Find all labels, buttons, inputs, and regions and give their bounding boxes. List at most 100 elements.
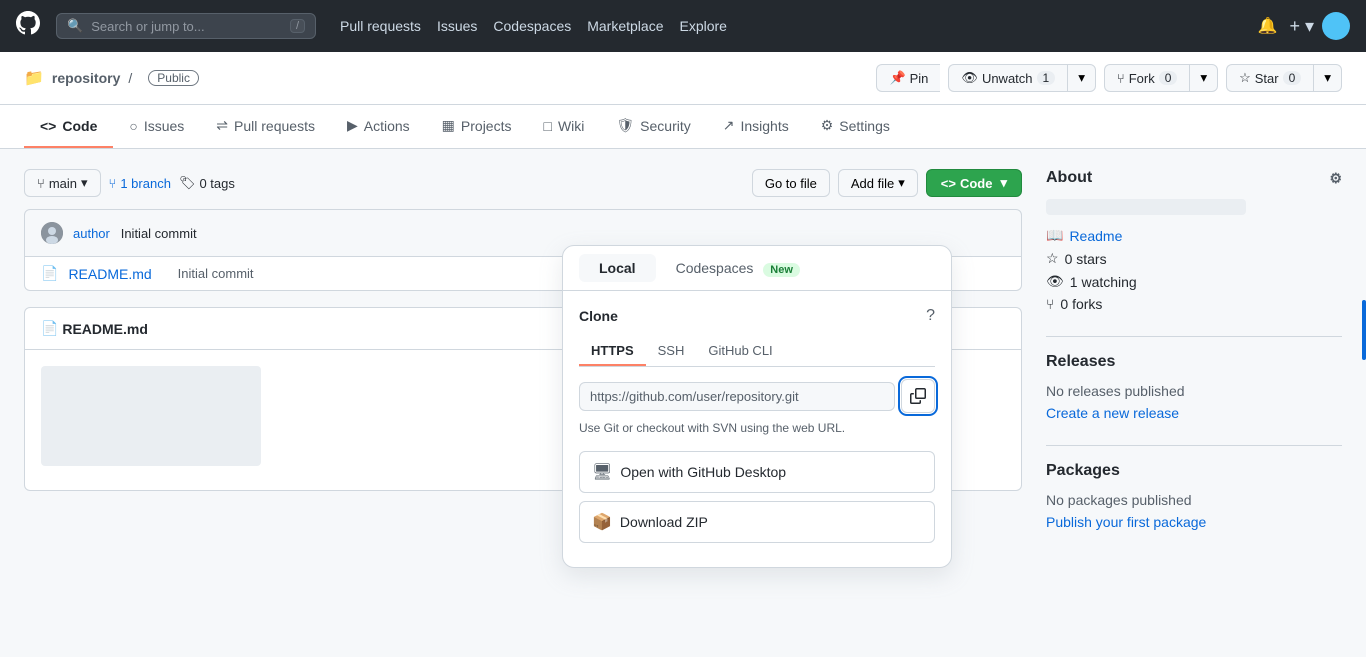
dropdown-tab-codespaces[interactable]: Codespaces New — [656, 254, 820, 282]
commit-author-link[interactable]: author — [73, 226, 110, 241]
tab-insights[interactable]: ↗ Insights — [707, 105, 805, 148]
chevron-down-icon: ▾ — [898, 175, 905, 191]
no-releases-text: No releases published — [1046, 383, 1342, 399]
eye-icon: 👁 — [961, 70, 978, 86]
tag-count-link: 🏷 0 tags — [179, 175, 235, 191]
code-chevron-icon: ▾ — [1000, 175, 1007, 191]
stars-stat: ☆ 0 stars — [1046, 250, 1342, 267]
tab-settings[interactable]: ⚙ Settings — [805, 105, 906, 148]
fork-icon: ⑂ — [1046, 296, 1054, 312]
tab-projects[interactable]: ▦ Projects — [426, 105, 528, 148]
clone-tab-https[interactable]: HTTPS — [579, 337, 646, 366]
nav-pull-requests[interactable]: Pull requests — [340, 18, 421, 34]
branch-selector[interactable]: ⑂ main ▾ — [24, 169, 101, 197]
unwatch-button[interactable]: 👁 Unwatch 1 — [948, 64, 1067, 92]
star-button[interactable]: ☆ Star 0 — [1226, 64, 1313, 92]
repo-header: 📁 repository / Public 📌 Pin 👁 Unwatch 1 … — [0, 52, 1366, 105]
nav-issues[interactable]: Issues — [437, 18, 477, 34]
star-dropdown[interactable]: ▾ — [1313, 64, 1342, 92]
code-dropdown-panel: Local Codespaces New Clone ? HTTPS SSH G… — [562, 245, 952, 568]
pin-icon: 📌 — [889, 70, 905, 86]
publish-package-link[interactable]: Publish your first package — [1046, 514, 1342, 530]
search-icon: 🔍 — [67, 18, 83, 34]
download-zip-button[interactable]: 📦 Download ZIP — [579, 501, 935, 543]
clone-tab-github-cli[interactable]: GitHub CLI — [696, 337, 784, 366]
nav-right: 🔔 + ▾ — [1254, 12, 1350, 40]
nav-explore[interactable]: Explore — [680, 18, 727, 34]
avatar[interactable] — [1322, 12, 1350, 40]
clone-hint: Use Git or checkout with SVN using the w… — [579, 421, 935, 435]
book-icon: 📖 — [1046, 227, 1063, 244]
dropdown-body: Clone ? HTTPS SSH GitHub CLI Use Git or … — [563, 291, 951, 567]
readme-title: README.md — [62, 321, 148, 337]
top-navigation: 🔍 Search or jump to... / Pull requests I… — [0, 0, 1366, 52]
tab-actions[interactable]: ▶ Actions — [331, 105, 426, 148]
notifications-button[interactable]: 🔔 — [1254, 12, 1282, 40]
add-file-button[interactable]: Add file ▾ — [838, 169, 918, 197]
repo-actions: 📌 Pin 👁 Unwatch 1 ▾ ⑂ Fork 0 ▾ ☆ Star — [876, 64, 1342, 92]
projects-icon: ▦ — [442, 117, 455, 134]
insights-icon: ↗ — [723, 117, 735, 134]
about-title: About ⚙ — [1046, 169, 1342, 187]
file-name-link[interactable]: README.md — [68, 266, 151, 282]
fork-btn-group: ⑂ Fork 0 ▾ — [1104, 64, 1218, 92]
code-btn-group: <> Code ▾ — [926, 169, 1022, 197]
pin-btn-group: 📌 Pin — [876, 64, 940, 92]
create-release-link[interactable]: Create a new release — [1046, 405, 1342, 421]
go-to-file-button[interactable]: Go to file — [752, 169, 830, 197]
issues-icon: ○ — [129, 118, 137, 134]
search-box[interactable]: 🔍 Search or jump to... / — [56, 13, 316, 39]
readme-placeholder-image — [41, 366, 261, 466]
tab-pull-requests[interactable]: ⇌ Pull requests — [200, 105, 331, 148]
releases-section: Releases No releases published Create a … — [1046, 353, 1342, 421]
readme-link[interactable]: 📖 Readme — [1046, 227, 1342, 244]
repo-sidebar: About ⚙ 📖 Readme ☆ 0 stars 👁 1 watching … — [1046, 169, 1342, 554]
edit-about-icon[interactable]: ⚙ — [1329, 170, 1342, 187]
pr-icon: ⇌ — [216, 117, 228, 134]
dropdown-tabs: Local Codespaces New — [563, 246, 951, 291]
tab-code[interactable]: <> Code — [24, 105, 113, 148]
public-badge: Public — [148, 70, 199, 86]
repo-owner[interactable]: repository — [52, 70, 120, 86]
nav-codespaces[interactable]: Codespaces — [493, 18, 571, 34]
branch-bar: ⑂ main ▾ ⑂ 1 branch 🏷 0 tags Go to file … — [24, 169, 1022, 197]
desktop-icon: 🖥 — [592, 462, 612, 482]
star-btn-group: ☆ Star 0 ▾ — [1226, 64, 1342, 92]
code-brackets-icon: <> — [941, 176, 956, 191]
no-packages-text: No packages published — [1046, 492, 1342, 508]
chevron-down-icon: ▾ — [81, 175, 88, 191]
copy-url-button[interactable] — [901, 379, 935, 413]
slash-badge: / — [290, 19, 305, 33]
github-logo[interactable] — [16, 11, 40, 41]
fork-dropdown[interactable]: ▾ — [1189, 64, 1218, 92]
code-button[interactable]: <> Code ▾ — [926, 169, 1022, 197]
tab-security[interactable]: 🛡 Security — [600, 105, 706, 148]
dropdown-tab-local[interactable]: Local — [579, 254, 656, 282]
tab-issues[interactable]: ○ Issues — [113, 105, 200, 148]
pin-button[interactable]: 📌 Pin — [876, 64, 940, 92]
about-section: About ⚙ 📖 Readme ☆ 0 stars 👁 1 watching … — [1046, 169, 1342, 312]
search-placeholder: Search or jump to... — [91, 19, 204, 34]
commit-message: author Initial commit — [73, 226, 197, 241]
readme-file-icon: 📄 — [41, 320, 58, 337]
settings-icon: ⚙ — [821, 117, 834, 134]
unwatch-dropdown[interactable]: ▾ — [1067, 64, 1096, 92]
clone-url-row — [579, 379, 935, 413]
clone-url-input[interactable] — [579, 382, 895, 411]
security-icon: 🛡 — [616, 117, 634, 134]
nav-marketplace[interactable]: Marketplace — [587, 18, 663, 34]
tab-wiki[interactable]: □ Wiki — [527, 105, 600, 148]
new-menu-button[interactable]: + ▾ — [1289, 16, 1314, 37]
repo-tabs: <> Code ○ Issues ⇌ Pull requests ▶ Actio… — [0, 105, 1366, 149]
wiki-icon: □ — [543, 118, 551, 134]
branch-count-link[interactable]: ⑂ 1 branch — [109, 176, 171, 191]
open-github-desktop-button[interactable]: 🖥 Open with GitHub Desktop — [579, 451, 935, 493]
fork-button[interactable]: ⑂ Fork 0 — [1104, 64, 1190, 92]
clone-help-icon[interactable]: ? — [926, 307, 935, 325]
clone-tab-ssh[interactable]: SSH — [646, 337, 697, 366]
repo-icon: 📁 — [24, 68, 44, 88]
sidebar-divider — [1046, 336, 1342, 337]
branch-count-icon: ⑂ — [109, 176, 117, 191]
star-icon: ☆ — [1239, 70, 1251, 86]
sidebar-divider-2 — [1046, 445, 1342, 446]
